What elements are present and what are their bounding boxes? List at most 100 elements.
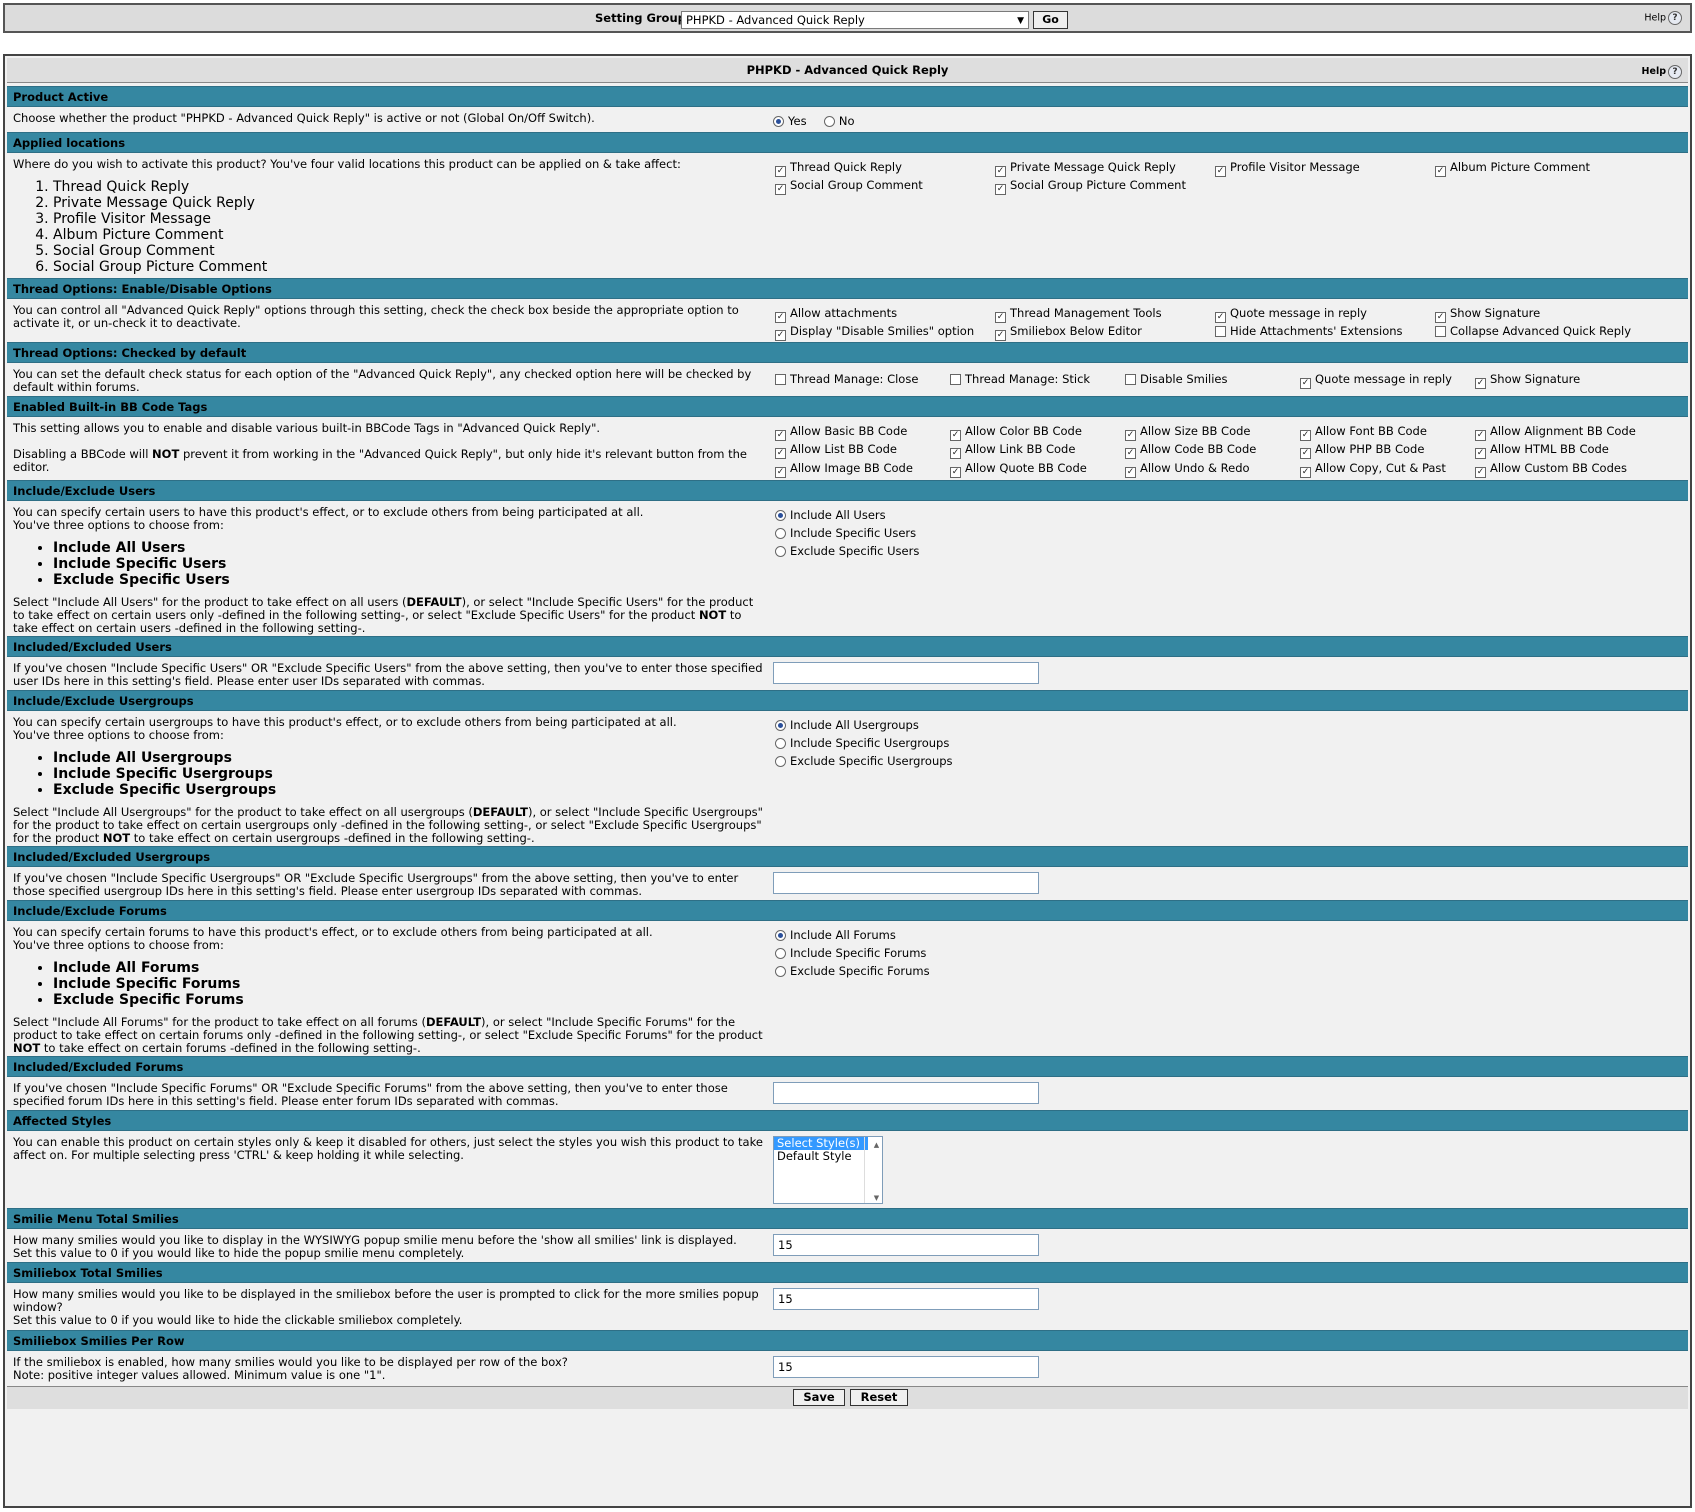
checkbox[interactable]: ✓ [1125,448,1136,459]
checkbox[interactable]: ✓ [1435,166,1446,177]
radio[interactable] [775,930,786,941]
checkbox-option[interactable]: ✓ Social Group Picture Comment [995,178,1186,195]
checkbox[interactable]: ✓ [1435,312,1446,323]
usergroup-ids-input[interactable] [773,872,1039,894]
panel-help-link[interactable]: Help? [1642,60,1682,84]
checkbox-option[interactable]: ✓ Allow List BB Code [775,442,897,459]
reset-button[interactable]: Reset [850,1389,908,1406]
checkbox-option[interactable]: ✓ Allow Link BB Code [950,442,1075,459]
radio-option[interactable]: Include All Usergroups [775,718,919,732]
help-icon[interactable]: ? [1668,64,1682,79]
checkbox-option[interactable]: ✓ Allow Quote BB Code [950,461,1087,478]
scroll-up-icon[interactable]: ▲ [868,1139,882,1152]
radio-option[interactable]: Exclude Specific Usergroups [775,754,953,768]
radio-option[interactable]: Include All Forums [775,928,896,942]
checkbox[interactable]: ✓ [1475,378,1486,389]
help-link[interactable]: Help? [1644,11,1682,25]
checkbox[interactable]: ✓ [950,448,961,459]
checkbox-option[interactable]: ✓ Social Group Comment [775,178,923,195]
radio[interactable] [775,720,786,731]
checkbox-option[interactable]: ✓ Allow Image BB Code [775,461,913,478]
checkbox[interactable]: ✓ [995,184,1006,195]
checkbox[interactable]: ✓ [775,430,786,441]
checkbox[interactable] [1435,326,1446,337]
checkbox[interactable]: ✓ [775,166,786,177]
smiliebox-total-input[interactable]: 15 [773,1288,1039,1310]
no-radio[interactable] [823,116,835,127]
checkbox[interactable] [1125,374,1136,385]
checkbox-option[interactable]: ✓ Thread Quick Reply [775,160,902,177]
checkbox-option[interactable]: Disable Smilies [1125,372,1227,386]
checkbox[interactable] [1215,326,1226,337]
checkbox-option[interactable]: ✓ Smiliebox Below Editor [995,324,1142,341]
radio-option[interactable]: Include Specific Usergroups [775,736,949,750]
radio-option[interactable]: Include Specific Users [775,526,916,540]
checkbox-option[interactable]: ✓ Allow HTML BB Code [1475,442,1609,459]
checkbox[interactable]: ✓ [775,330,786,341]
radio[interactable] [775,756,786,767]
checkbox-option[interactable]: ✓ Show Signature [1475,372,1580,389]
radio[interactable] [775,948,786,959]
checkbox-option[interactable]: ✓ Quote message in reply [1300,372,1452,389]
smilie-menu-total-input[interactable]: 15 [773,1234,1039,1256]
checkbox-option[interactable]: ✓ Allow Code BB Code [1125,442,1256,459]
checkbox[interactable]: ✓ [1300,467,1311,478]
radio[interactable] [775,546,786,557]
checkbox-option[interactable]: ✓ Profile Visitor Message [1215,160,1360,177]
radio-option[interactable]: Exclude Specific Users [775,544,919,558]
radio-option[interactable]: Include Specific Forums [775,946,926,960]
radio[interactable] [775,738,786,749]
checkbox-option[interactable]: ✓ Allow Custom BB Codes [1475,461,1627,478]
checkbox[interactable]: ✓ [1125,430,1136,441]
radio-option[interactable]: Exclude Specific Forums [775,964,930,978]
checkbox-option[interactable]: ✓ Allow Size BB Code [1125,424,1251,441]
checkbox[interactable]: ✓ [1475,430,1486,441]
radio[interactable] [775,528,786,539]
checkbox-option[interactable]: ✓ Allow PHP BB Code [1300,442,1424,459]
setting-group-select[interactable]: PHPKD - Advanced Quick Reply ▼ [681,11,1029,29]
checkbox[interactable]: ✓ [1215,166,1226,177]
checkbox-option[interactable]: Thread Manage: Stick [950,372,1090,386]
radio[interactable] [775,510,786,521]
checkbox[interactable]: ✓ [950,467,961,478]
checkbox-option[interactable]: ✓ Display "Disable Smilies" option [775,324,974,341]
checkbox[interactable]: ✓ [950,430,961,441]
checkbox-option[interactable]: Thread Manage: Close [775,372,918,386]
checkbox[interactable]: ✓ [1300,430,1311,441]
checkbox-option[interactable]: ✓ Private Message Quick Reply [995,160,1176,177]
yes-radio[interactable] [773,116,784,127]
checkbox[interactable]: ✓ [995,166,1006,177]
checkbox[interactable]: ✓ [775,184,786,195]
checkbox-option[interactable]: ✓ Allow Color BB Code [950,424,1082,441]
checkbox[interactable]: ✓ [775,467,786,478]
forum-ids-input[interactable] [773,1082,1039,1104]
checkbox-option[interactable]: ✓ Quote message in reply [1215,306,1367,323]
checkbox[interactable] [775,374,786,385]
checkbox[interactable]: ✓ [1300,378,1311,389]
checkbox[interactable]: ✓ [1300,448,1311,459]
checkbox-option[interactable]: ✓ Allow Font BB Code [1300,424,1427,441]
checkbox-option[interactable]: ✓ Allow Undo & Redo [1125,461,1250,478]
checkbox-option[interactable]: ✓ Allow Basic BB Code [775,424,907,441]
radio-option[interactable]: Include All Users [775,508,886,522]
checkbox-option[interactable]: Collapse Advanced Quick Reply [1435,324,1631,338]
checkbox[interactable]: ✓ [775,448,786,459]
save-button[interactable]: Save [793,1389,845,1406]
go-button[interactable]: Go [1033,11,1068,29]
checkbox[interactable]: ✓ [995,312,1006,323]
checkbox-option[interactable]: ✓ Allow Copy, Cut & Past [1300,461,1446,478]
checkbox[interactable]: ✓ [1125,467,1136,478]
checkbox[interactable]: ✓ [775,312,786,323]
radio[interactable] [775,966,786,977]
checkbox[interactable]: ✓ [1475,467,1486,478]
checkbox[interactable] [950,374,961,385]
checkbox[interactable]: ✓ [1475,448,1486,459]
smiliebox-per-row-input[interactable]: 15 [773,1356,1039,1378]
styles-listbox[interactable]: Select Style(s) Default Style ▲ ▼ [773,1136,883,1204]
checkbox-option[interactable]: Hide Attachments' Extensions [1215,324,1403,338]
checkbox-option[interactable]: ✓ Show Signature [1435,306,1540,323]
checkbox[interactable]: ✓ [1215,312,1226,323]
user-ids-input[interactable] [773,662,1039,684]
help-icon[interactable]: ? [1668,11,1682,25]
scroll-down-icon[interactable]: ▼ [868,1192,882,1205]
